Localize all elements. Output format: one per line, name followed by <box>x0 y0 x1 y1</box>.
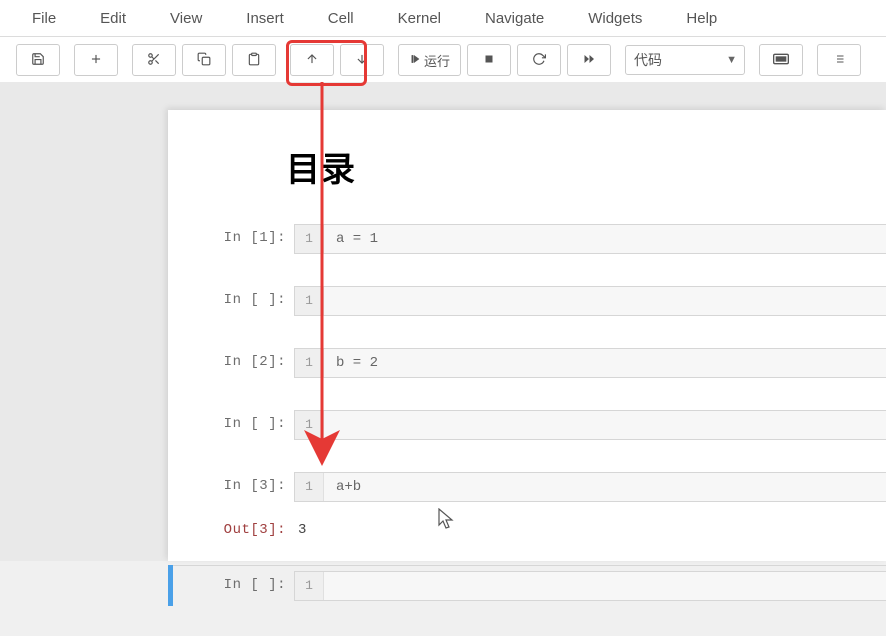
code-text: a = 1 <box>324 225 378 253</box>
insert-cell-button[interactable] <box>74 44 118 76</box>
save-button[interactable] <box>16 44 60 76</box>
command-palette-button[interactable] <box>759 44 803 76</box>
code-cell[interactable]: In [3]: 1 a+b <box>168 467 886 507</box>
code-cell[interactable]: In [ ]: 1 <box>168 405 886 445</box>
menu-cell[interactable]: Cell <box>318 6 364 31</box>
code-input[interactable]: 1 <box>294 410 886 440</box>
arrow-up-icon <box>305 52 319 69</box>
cut-icon <box>147 52 161 69</box>
code-input[interactable]: 1 b = 2 <box>294 348 886 378</box>
code-cell[interactable]: In [1]: 1 a = 1 <box>168 219 886 259</box>
input-prompt: In [ ]: <box>168 410 294 438</box>
copy-icon <box>197 52 211 69</box>
list-icon <box>831 53 847 68</box>
menu-view[interactable]: View <box>160 6 212 31</box>
plus-icon <box>89 52 103 69</box>
restart-icon <box>532 52 546 69</box>
notebook-workspace: 目录 In [1]: 1 a = 1 In [ ]: 1 In [2]: <box>0 82 886 561</box>
restart-button[interactable] <box>517 44 561 76</box>
copy-button[interactable] <box>182 44 226 76</box>
paste-button[interactable] <box>232 44 276 76</box>
menu-file[interactable]: File <box>22 6 66 31</box>
paste-icon <box>247 52 261 69</box>
arrow-down-icon <box>355 52 369 69</box>
cut-button[interactable] <box>132 44 176 76</box>
run-button[interactable]: 运行 <box>398 44 461 76</box>
menu-bar: File Edit View Insert Cell Kernel Naviga… <box>0 0 886 37</box>
code-input[interactable]: 1 <box>294 571 886 601</box>
list-button[interactable] <box>817 44 861 76</box>
line-gutter: 1 <box>295 572 324 600</box>
output-text: 3 <box>294 516 306 544</box>
line-gutter: 1 <box>295 411 324 439</box>
menu-edit[interactable]: Edit <box>90 6 136 31</box>
input-prompt: In [3]: <box>168 472 294 500</box>
input-prompt: In [2]: <box>168 348 294 376</box>
run-label: 运行 <box>424 51 450 70</box>
line-gutter: 1 <box>295 287 324 315</box>
code-cell-selected[interactable]: In [ ]: 1 <box>168 565 886 606</box>
cell-type-select[interactable]: 代码 <box>625 45 745 75</box>
keyboard-icon <box>773 53 789 68</box>
stop-button[interactable] <box>467 44 511 76</box>
line-gutter: 1 <box>295 225 324 253</box>
run-icon <box>409 53 420 68</box>
line-gutter: 1 <box>295 473 324 501</box>
menu-kernel[interactable]: Kernel <box>388 6 451 31</box>
save-icon <box>31 52 45 69</box>
move-up-button[interactable] <box>290 44 334 76</box>
line-gutter: 1 <box>295 349 324 377</box>
menu-widgets[interactable]: Widgets <box>578 6 652 31</box>
code-input[interactable]: 1 <box>294 286 886 316</box>
code-cell[interactable]: In [ ]: 1 <box>168 281 886 321</box>
input-prompt: In [ ]: <box>168 286 294 314</box>
menu-navigate[interactable]: Navigate <box>475 6 554 31</box>
run-all-button[interactable] <box>567 44 611 76</box>
stop-icon <box>483 53 495 68</box>
input-prompt: In [1]: <box>168 224 294 252</box>
notebook-paper: 目录 In [1]: 1 a = 1 In [ ]: 1 In [2]: <box>168 110 886 561</box>
output-cell: Out[3]: 3 <box>168 511 886 549</box>
code-text: b = 2 <box>324 349 378 377</box>
code-input[interactable]: 1 a = 1 <box>294 224 886 254</box>
code-text: a+b <box>324 473 361 501</box>
fast-forward-icon <box>582 53 596 68</box>
menu-help[interactable]: Help <box>676 6 727 31</box>
output-prompt: Out[3]: <box>168 516 294 544</box>
input-prompt: In [ ]: <box>168 571 294 599</box>
notebook-title: 目录 <box>168 142 886 191</box>
toolbar: 运行 代码 ▼ <box>0 37 886 84</box>
code-cell[interactable]: In [2]: 1 b = 2 <box>168 343 886 383</box>
menu-insert[interactable]: Insert <box>236 6 294 31</box>
move-down-button[interactable] <box>340 44 384 76</box>
code-input[interactable]: 1 a+b <box>294 472 886 502</box>
